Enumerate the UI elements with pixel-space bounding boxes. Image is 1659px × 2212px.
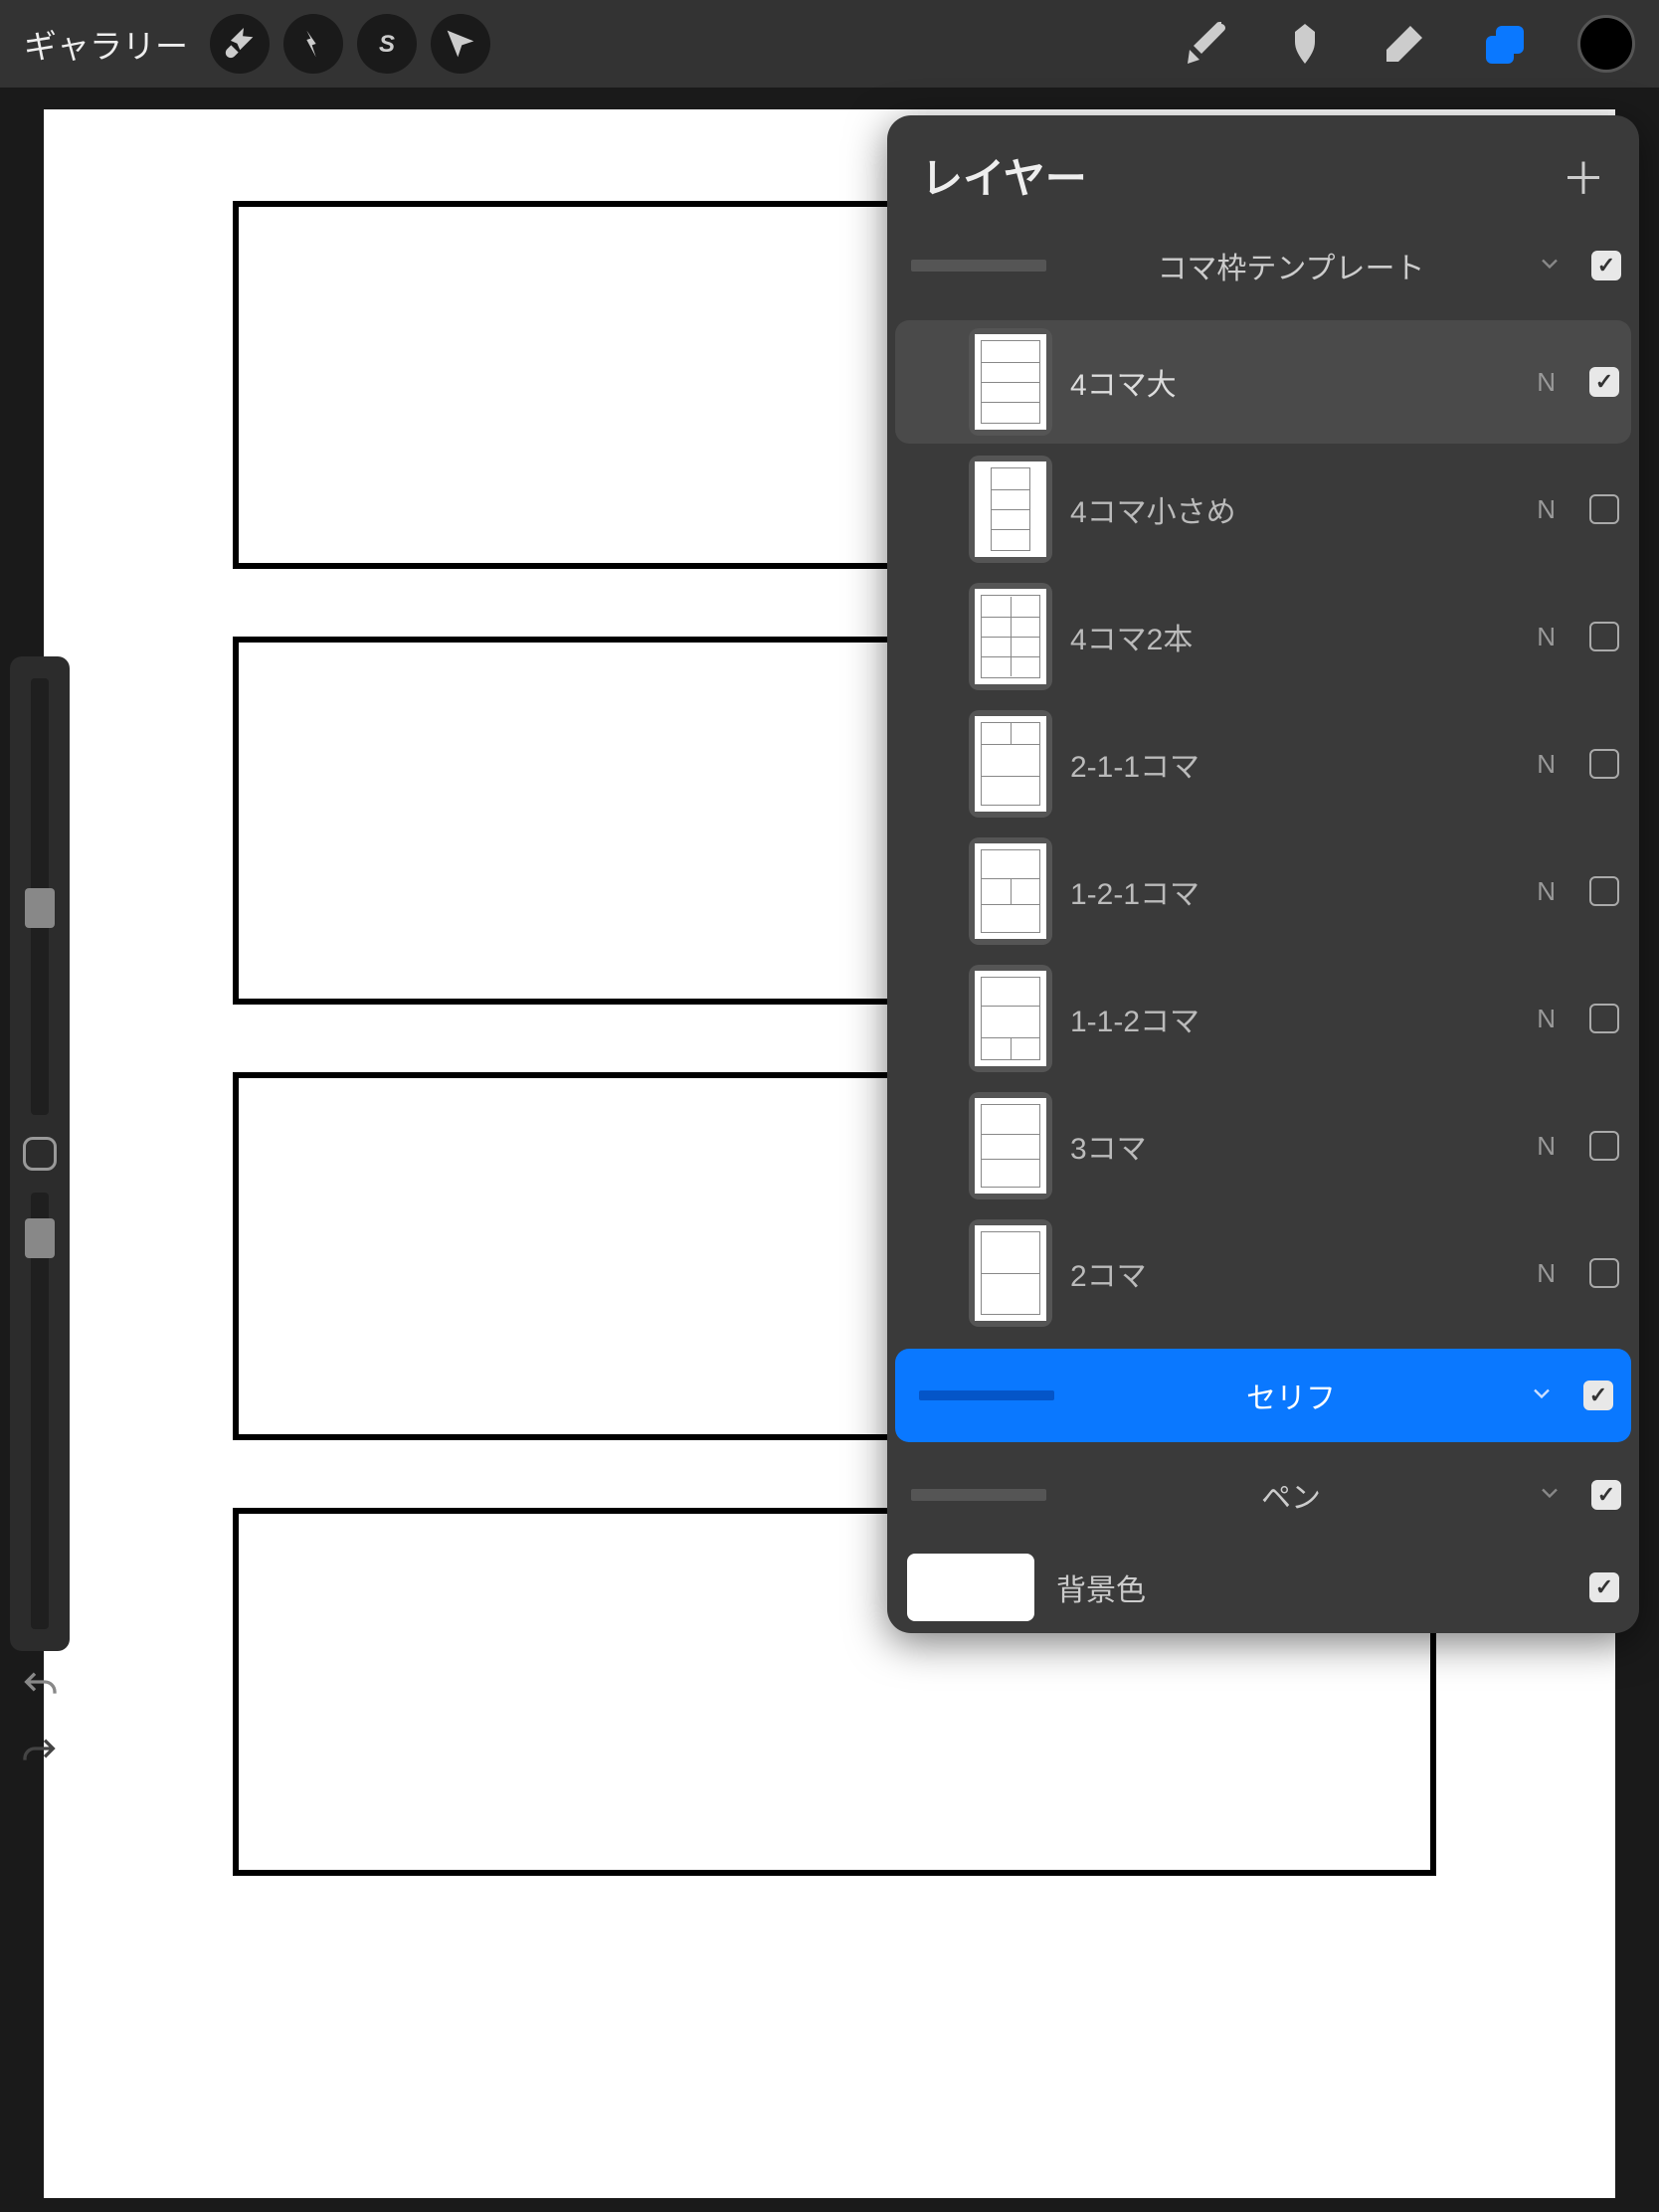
group-label: ペン xyxy=(1060,1473,1522,1517)
brush-size-slider[interactable] xyxy=(31,678,49,1115)
visibility-checkbox[interactable] xyxy=(1589,494,1619,524)
background-layer[interactable]: 背景色 xyxy=(887,1542,1639,1633)
chevron-down-icon[interactable] xyxy=(1536,250,1564,282)
topbar: ギャラリー S xyxy=(0,0,1659,88)
modifier-button[interactable] xyxy=(23,1137,57,1171)
chevron-down-icon[interactable] xyxy=(1536,1479,1564,1512)
layer-name: 4コマ大 xyxy=(1070,360,1519,404)
blend-mode[interactable]: N xyxy=(1537,622,1556,652)
layer-row[interactable]: 4コマ2本 N xyxy=(895,575,1631,698)
visibility-checkbox[interactable] xyxy=(1589,622,1619,651)
visibility-checkbox[interactable] xyxy=(1589,1131,1619,1161)
layer-group-serif[interactable]: セリフ xyxy=(895,1349,1631,1442)
popover-title: レイヤー xyxy=(921,145,1087,206)
layer-row[interactable]: 4コマ大 N xyxy=(895,320,1631,444)
visibility-checkbox[interactable] xyxy=(1589,876,1619,906)
layer-row[interactable]: 4コマ小さめ N xyxy=(895,448,1631,571)
visibility-checkbox[interactable] xyxy=(1589,1572,1619,1602)
move-button[interactable] xyxy=(431,14,490,74)
layer-thumb xyxy=(969,837,1052,945)
adjust-button[interactable] xyxy=(283,14,343,74)
layer-name: 2-1-1コマ xyxy=(1070,742,1519,786)
select-button[interactable]: S xyxy=(357,14,417,74)
layer-thumb xyxy=(969,583,1052,690)
brush-button[interactable] xyxy=(1180,18,1231,70)
visibility-checkbox[interactable] xyxy=(1589,367,1619,397)
smudge-button[interactable] xyxy=(1279,18,1331,70)
layer-name: 2コマ xyxy=(1070,1251,1519,1295)
blend-mode[interactable]: N xyxy=(1537,1258,1556,1289)
side-sliders xyxy=(10,656,70,1651)
layer-thumb xyxy=(969,1092,1052,1199)
blend-mode[interactable]: N xyxy=(1537,876,1556,907)
group-thumb xyxy=(919,1390,1054,1400)
layer-name: 1-1-2コマ xyxy=(1070,997,1519,1040)
undo-button[interactable] xyxy=(20,1667,60,1712)
visibility-checkbox[interactable] xyxy=(1591,1480,1621,1510)
background-thumb xyxy=(907,1554,1034,1621)
layer-row[interactable]: 3コマ N xyxy=(895,1084,1631,1207)
eraser-button[interactable] xyxy=(1379,18,1430,70)
layer-name: 4コマ2本 xyxy=(1070,615,1519,658)
group-label: コマ枠テンプレート xyxy=(1060,244,1522,287)
add-layer-button[interactable]: ＋ xyxy=(1562,143,1605,207)
blend-mode[interactable]: N xyxy=(1537,1004,1556,1034)
layer-row[interactable]: 1-1-2コマ N xyxy=(895,957,1631,1080)
visibility-checkbox[interactable] xyxy=(1583,1381,1613,1410)
redo-button[interactable] xyxy=(20,1734,60,1778)
gallery-button[interactable]: ギャラリー xyxy=(24,20,188,68)
layer-name: 3コマ xyxy=(1070,1124,1519,1168)
layer-thumb xyxy=(969,710,1052,818)
actions-button[interactable] xyxy=(210,14,270,74)
layer-group-pen[interactable]: ペン xyxy=(887,1448,1639,1542)
group-thumb xyxy=(911,260,1046,272)
layer-name: 1-2-1コマ xyxy=(1070,869,1519,913)
visibility-checkbox[interactable] xyxy=(1589,749,1619,779)
background-label: 背景色 xyxy=(1056,1566,1567,1609)
blend-mode[interactable]: N xyxy=(1537,367,1556,398)
group-thumb xyxy=(911,1489,1046,1501)
layer-thumb xyxy=(969,1219,1052,1327)
layer-thumb xyxy=(969,456,1052,563)
blend-mode[interactable]: N xyxy=(1537,1131,1556,1162)
layer-name: 4コマ小さめ xyxy=(1070,487,1519,531)
opacity-slider[interactable] xyxy=(31,1193,49,1629)
layers-button[interactable] xyxy=(1478,18,1530,70)
blend-mode[interactable]: N xyxy=(1537,749,1556,780)
layer-group-templates[interactable]: コマ枠テンプレート xyxy=(887,219,1639,312)
layer-row[interactable]: 1-2-1コマ N xyxy=(895,830,1631,953)
visibility-checkbox[interactable] xyxy=(1591,251,1621,280)
layer-row[interactable]: 2-1-1コマ N xyxy=(895,702,1631,826)
group-label: セリフ xyxy=(1068,1374,1514,1417)
blend-mode[interactable]: N xyxy=(1537,494,1556,525)
visibility-checkbox[interactable] xyxy=(1589,1258,1619,1288)
svg-text:S: S xyxy=(379,31,395,58)
color-picker[interactable] xyxy=(1577,15,1635,73)
layer-row[interactable]: 2コマ N xyxy=(895,1211,1631,1335)
visibility-checkbox[interactable] xyxy=(1589,1004,1619,1033)
layer-thumb xyxy=(969,328,1052,436)
layers-popover: レイヤー ＋ コマ枠テンプレート 4コマ大 N 4コマ小さめ N 4コマ2本 N… xyxy=(887,115,1639,1633)
chevron-down-icon[interactable] xyxy=(1528,1380,1556,1412)
layer-thumb xyxy=(969,965,1052,1072)
